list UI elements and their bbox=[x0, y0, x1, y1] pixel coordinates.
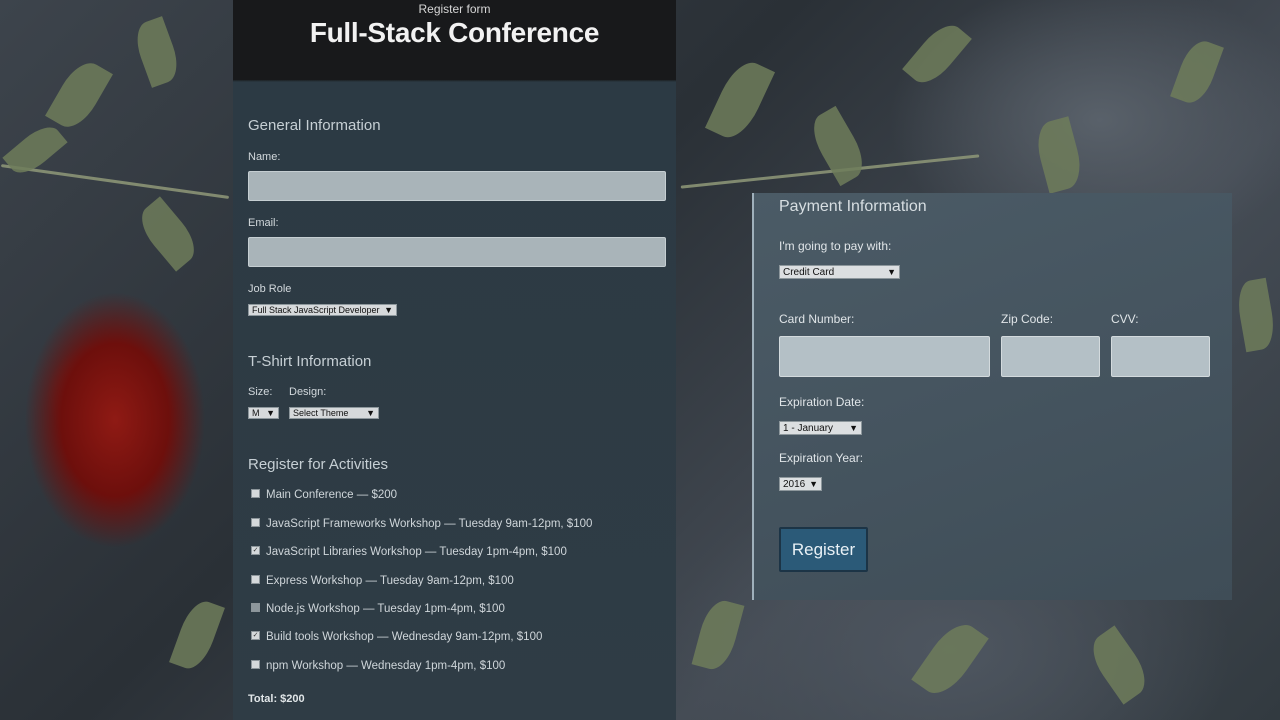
activity-item[interactable]: Node.js Workshop — Tuesday 1pm-4pm, $100 bbox=[251, 603, 505, 615]
job-role-value: Full Stack JavaScript Developer bbox=[252, 305, 380, 315]
name-label: Name: bbox=[248, 151, 281, 163]
checkbox-icon[interactable] bbox=[251, 603, 260, 613]
dropdown-arrow-icon: ▼ bbox=[266, 408, 275, 418]
size-value: M bbox=[252, 408, 260, 418]
dropdown-arrow-icon: ▼ bbox=[849, 423, 858, 433]
checkbox-icon[interactable] bbox=[251, 575, 260, 585]
job-role-label: Job Role bbox=[248, 283, 292, 295]
checkbox-icon[interactable]: ✓ bbox=[251, 631, 260, 641]
size-select[interactable]: M ▼ bbox=[248, 407, 279, 419]
cvv-input[interactable] bbox=[1111, 336, 1210, 377]
dropdown-arrow-icon: ▼ bbox=[384, 305, 393, 315]
name-input[interactable] bbox=[248, 171, 666, 201]
form-header: Register form Full-Stack Conference bbox=[233, 0, 676, 80]
size-label: Size: bbox=[248, 386, 273, 398]
activity-label: Build tools Workshop — Wednesday 9am-12p… bbox=[266, 631, 543, 643]
payment-method-select[interactable]: Credit Card ▼ bbox=[779, 265, 900, 279]
expiration-month-select[interactable]: 1 - January ▼ bbox=[779, 421, 862, 435]
activity-label: Node.js Workshop — Tuesday 1pm-4pm, $100 bbox=[266, 603, 505, 615]
design-select[interactable]: Select Theme ▼ bbox=[289, 407, 379, 419]
expiration-date-label: Expiration Date: bbox=[779, 395, 865, 409]
activity-item[interactable]: ✓ Build tools Workshop — Wednesday 9am-12… bbox=[251, 631, 542, 643]
zip-code-label: Zip Code: bbox=[1001, 312, 1054, 326]
expiration-year-select[interactable]: 2016 ▼ bbox=[779, 477, 822, 491]
tshirt-info-title: T-Shirt Information bbox=[248, 353, 372, 370]
payment-info-title: Payment Information bbox=[779, 198, 927, 215]
total-price: Total: $200 bbox=[248, 693, 305, 705]
activity-item[interactable]: ✓ JavaScript Libraries Workshop — Tuesday… bbox=[251, 546, 567, 558]
card-number-input[interactable] bbox=[779, 336, 990, 377]
activity-item[interactable]: JavaScript Frameworks Workshop — Tuesday… bbox=[251, 518, 592, 530]
activities-title: Register for Activities bbox=[248, 456, 389, 473]
card-number-label: Card Number: bbox=[779, 312, 855, 326]
email-input[interactable] bbox=[248, 237, 666, 267]
checkbox-icon[interactable] bbox=[251, 489, 260, 499]
job-role-select[interactable]: Full Stack JavaScript Developer ▼ bbox=[248, 304, 397, 316]
activity-label: JavaScript Frameworks Workshop — Tuesday… bbox=[266, 518, 593, 530]
checkbox-icon[interactable] bbox=[251, 660, 260, 670]
payment-method-value: Credit Card bbox=[783, 267, 835, 278]
checkbox-icon[interactable]: ✓ bbox=[251, 546, 260, 556]
activity-label: Express Workshop — Tuesday 9am-12pm, $10… bbox=[266, 575, 514, 587]
payment-method-label: I'm going to pay with: bbox=[779, 239, 892, 253]
expiration-month-value: 1 - January bbox=[783, 423, 834, 434]
design-label: Design: bbox=[289, 386, 327, 398]
design-value: Select Theme bbox=[293, 408, 349, 418]
expiration-year-value: 2016 bbox=[783, 479, 806, 490]
activity-label: JavaScript Libraries Workshop — Tuesday … bbox=[266, 546, 567, 558]
general-info-title: General Information bbox=[248, 117, 381, 134]
dropdown-arrow-icon: ▼ bbox=[809, 479, 818, 489]
activity-label: Main Conference — $200 bbox=[266, 489, 398, 501]
activity-item[interactable]: npm Workshop — Wednesday 1pm-4pm, $100 bbox=[251, 660, 505, 672]
expiration-year-label: Expiration Year: bbox=[779, 451, 864, 465]
payment-panel: Payment Information I'm going to pay wit… bbox=[752, 193, 1232, 600]
register-button[interactable]: Register bbox=[779, 527, 868, 572]
zip-code-input[interactable] bbox=[1001, 336, 1100, 377]
register-form-column: Register form Full-Stack Conference Gene… bbox=[233, 0, 676, 720]
dropdown-arrow-icon: ▼ bbox=[366, 408, 375, 418]
activity-label: npm Workshop — Wednesday 1pm-4pm, $100 bbox=[266, 660, 506, 672]
activity-item[interactable]: Main Conference — $200 bbox=[251, 489, 397, 501]
page-title: Full-Stack Conference bbox=[309, 17, 600, 48]
checkbox-icon[interactable] bbox=[251, 518, 260, 528]
dropdown-arrow-icon: ▼ bbox=[887, 267, 896, 277]
form-subtitle: Register form bbox=[418, 2, 491, 16]
email-label: Email: bbox=[248, 217, 279, 229]
activity-item[interactable]: Express Workshop — Tuesday 9am-12pm, $10… bbox=[251, 575, 514, 587]
cvv-label: CVV: bbox=[1111, 312, 1139, 326]
